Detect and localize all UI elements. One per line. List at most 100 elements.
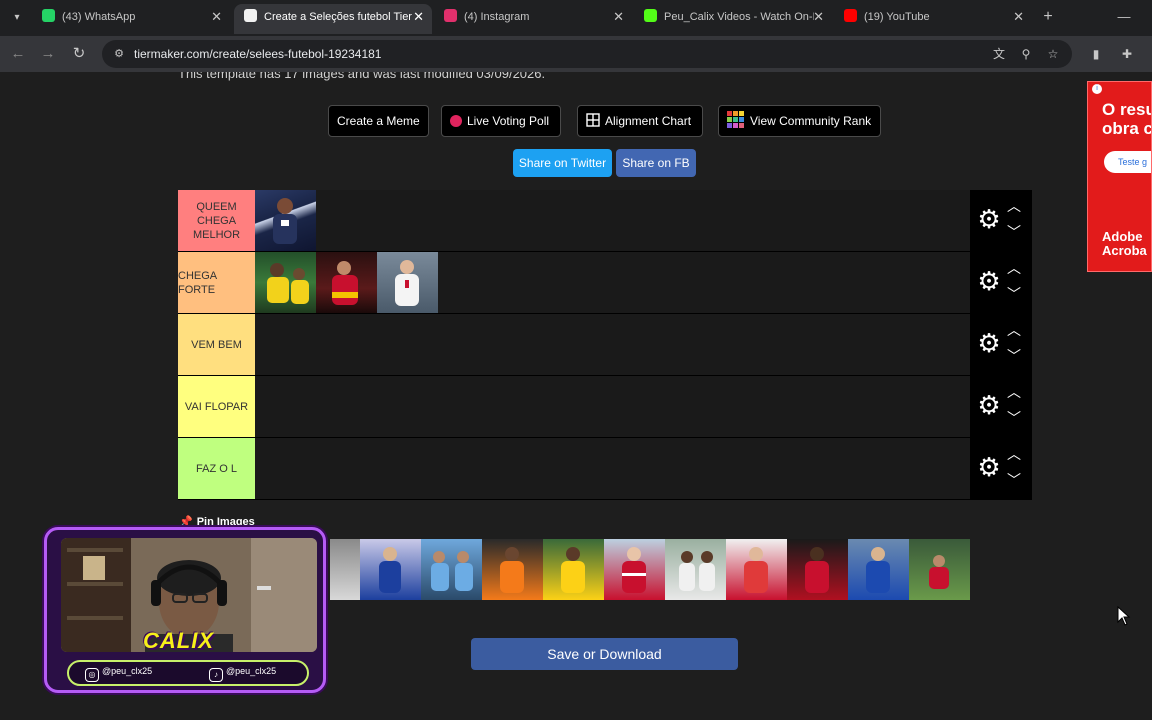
tab-whatsapp[interactable]: (43) WhatsApp ✕ [32, 4, 230, 34]
gear-icon[interactable]: ⚙ [976, 330, 1002, 356]
tier-controls: ⚙ ︿ ﹀ [970, 252, 1032, 313]
player-image[interactable] [330, 539, 360, 600]
extensions-icon[interactable]: ✚ [1118, 45, 1136, 63]
tier-label[interactable]: VEM BEM [178, 314, 255, 375]
tier-label[interactable]: FAZ O L [178, 438, 255, 499]
tier-label[interactable]: QUEEM CHEGA MELHOR [178, 190, 255, 251]
social-handles: ◎ @peu_clx25 ♪ @peu_clx25 [67, 660, 309, 686]
reload-button[interactable]: ↻ [67, 42, 91, 66]
site-info-icon[interactable]: ⚙ [110, 45, 128, 63]
tab-strip: ▾ (43) WhatsApp ✕ Create a Seleções fute… [0, 0, 1152, 36]
forward-button[interactable]: → [36, 42, 60, 66]
player-image[interactable] [543, 539, 604, 600]
player-image[interactable] [909, 539, 970, 600]
gear-icon[interactable]: ⚙ [976, 454, 1002, 480]
red-dot-icon [450, 115, 462, 127]
tab-tiermaker[interactable]: Create a Seleções futebol Tier List ✕ [234, 4, 432, 34]
view-community-rank-button[interactable]: View Community Rank [718, 105, 881, 137]
save-download-button[interactable]: Save or Download [471, 638, 738, 670]
chevron-down-icon[interactable]: ﹀ [1004, 284, 1024, 304]
minimize-button[interactable]: — [1114, 6, 1134, 28]
player-photo-icon [805, 547, 829, 593]
player-image[interactable] [255, 190, 316, 251]
tiktok-icon: ♪ [209, 668, 223, 682]
share-fb-button[interactable]: Share on FB [616, 149, 696, 177]
player-image[interactable] [421, 539, 482, 600]
browser-toolbar: ← → ↻ ⚙ tiermaker.com/create/selees-fute… [0, 36, 1152, 72]
tab-kick[interactable]: Peu_Calix Videos - Watch On-Demand ✕ [634, 4, 832, 34]
url-text: tiermaker.com/create/selees-futebol-1923… [134, 47, 382, 61]
streamer-name: CALIX [143, 628, 214, 653]
player-photo-icon [679, 551, 715, 591]
create-meme-button[interactable]: Create a Meme [328, 105, 429, 137]
tier-row: FAZ O L ⚙ ︿ ﹀ [178, 438, 1032, 500]
tab-youtube[interactable]: (19) YouTube ✕ [834, 4, 1032, 34]
translate-icon[interactable]: 文 [990, 45, 1008, 63]
tier-controls: ⚙ ︿ ﹀ [970, 438, 1032, 499]
close-icon[interactable]: ✕ [613, 4, 624, 30]
tab-search-icon[interactable]: ▾ [6, 7, 28, 29]
chevron-down-icon[interactable]: ﹀ [1004, 346, 1024, 366]
tier-label[interactable]: CHEGA FORTE [178, 252, 255, 313]
chevron-down-icon[interactable]: ﹀ [1004, 470, 1024, 490]
player-photo-icon [332, 261, 358, 305]
address-bar[interactable]: ⚙ tiermaker.com/create/selees-futebol-19… [102, 40, 1072, 68]
player-image[interactable] [726, 539, 787, 600]
player-image[interactable] [360, 539, 421, 600]
tiktok-handle: ♪ @peu_clx25 [209, 666, 276, 682]
ad-banner[interactable]: i O resu obra c Teste g Adobe Acroba [1087, 81, 1152, 272]
close-icon[interactable]: ✕ [211, 4, 222, 30]
chevron-up-icon[interactable]: ︿ [1004, 320, 1024, 340]
live-voting-poll-button[interactable]: Live Voting Poll [441, 105, 561, 137]
player-photo-icon [744, 547, 768, 593]
close-icon[interactable]: ✕ [1013, 4, 1024, 30]
tier-label[interactable]: VAI FLOPAR [178, 376, 255, 437]
player-image[interactable] [255, 252, 316, 313]
player-image[interactable] [604, 539, 665, 600]
player-photo-icon [267, 263, 309, 304]
tab-instagram[interactable]: (4) Instagram ✕ [434, 4, 632, 34]
player-image[interactable] [316, 252, 377, 313]
player-image[interactable] [848, 539, 909, 600]
tiermaker-icon [244, 9, 257, 22]
kick-icon [644, 9, 657, 22]
close-icon[interactable]: ✕ [813, 4, 824, 30]
back-button[interactable]: ← [6, 42, 30, 66]
chevron-down-icon[interactable]: ﹀ [1004, 222, 1024, 242]
chevron-up-icon[interactable]: ︿ [1004, 444, 1024, 464]
tier-row: VEM BEM ⚙ ︿ ﹀ [178, 314, 1032, 376]
player-image[interactable] [377, 252, 438, 313]
ad-headline: O resu obra c [1102, 100, 1152, 138]
gear-icon[interactable]: ⚙ [976, 206, 1002, 232]
player-image[interactable] [482, 539, 543, 600]
player-photo-icon [929, 555, 949, 589]
tier-row: QUEEM CHEGA MELHOR ⚙ ︿ ﹀ [178, 190, 1032, 252]
chevron-up-icon[interactable]: ︿ [1004, 258, 1024, 278]
youtube-icon [844, 9, 857, 22]
instagram-icon [444, 9, 457, 22]
player-image[interactable] [665, 539, 726, 600]
player-image[interactable] [787, 539, 848, 600]
reading-list-icon[interactable]: ▮ [1087, 45, 1105, 63]
grid-icon [586, 113, 600, 127]
chevron-down-icon[interactable]: ﹀ [1004, 408, 1024, 428]
chevron-up-icon[interactable]: ︿ [1004, 382, 1024, 402]
tier-row: VAI FLOPAR ⚙ ︿ ﹀ [178, 376, 1032, 438]
alignment-chart-button[interactable]: Alignment Chart [577, 105, 703, 137]
bookmark-star-icon[interactable]: ☆ [1044, 45, 1062, 63]
ad-cta-button[interactable]: Teste g [1104, 151, 1151, 173]
tier-controls: ⚙ ︿ ﹀ [970, 376, 1032, 437]
zoom-icon[interactable]: ⚲ [1017, 45, 1035, 63]
tier-controls: ⚙ ︿ ﹀ [970, 190, 1032, 251]
instagram-icon: ◎ [85, 668, 99, 682]
player-photo-icon [431, 551, 473, 591]
ad-choices-icon[interactable]: i [1092, 84, 1102, 94]
instagram-handle: ◎ @peu_clx25 [85, 666, 152, 682]
whatsapp-icon [42, 9, 55, 22]
gear-icon[interactable]: ⚙ [976, 392, 1002, 418]
chevron-up-icon[interactable]: ︿ [1004, 196, 1024, 216]
new-tab-button[interactable]: + [1038, 6, 1058, 28]
close-icon[interactable]: ✕ [413, 4, 424, 30]
gear-icon[interactable]: ⚙ [976, 268, 1002, 294]
share-twitter-button[interactable]: Share on Twitter [513, 149, 612, 177]
